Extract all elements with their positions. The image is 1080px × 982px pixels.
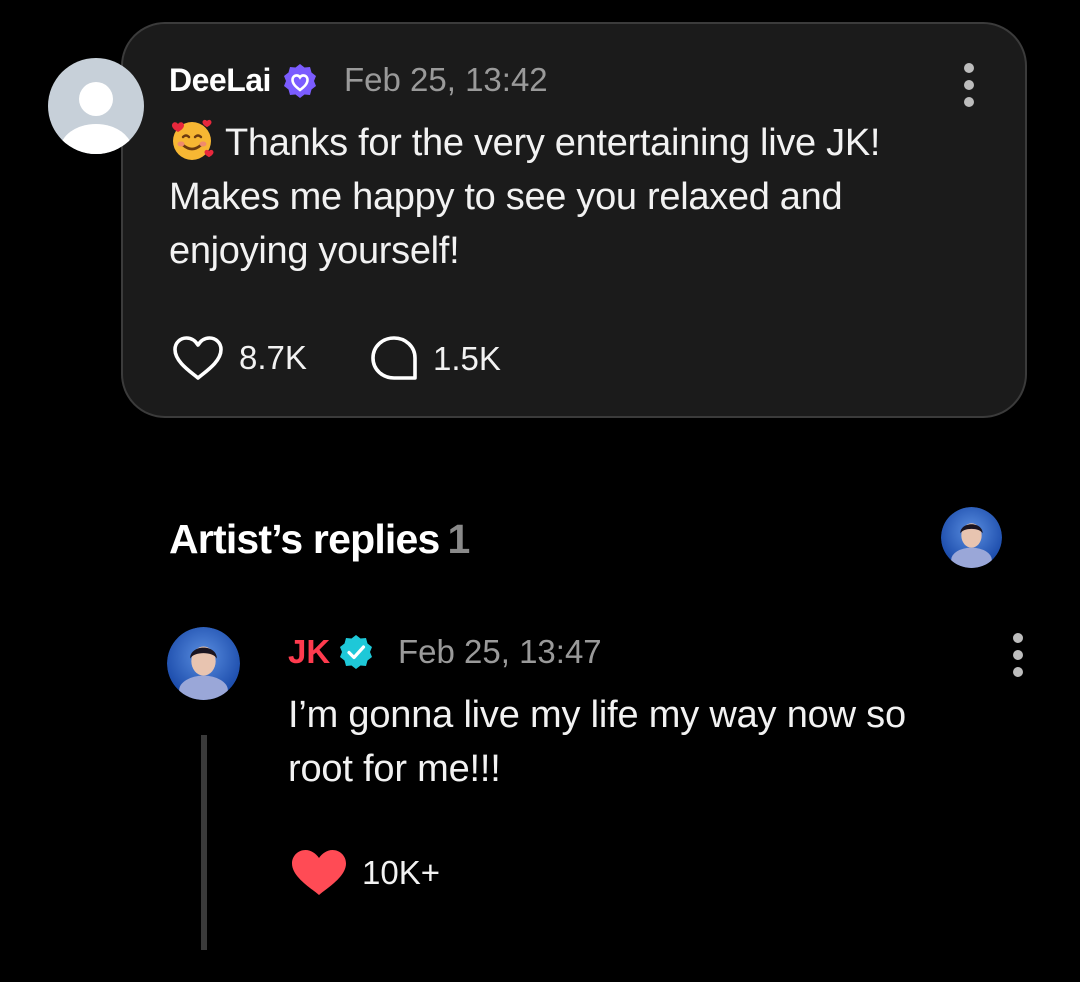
reply-more-options-icon[interactable]: [1013, 633, 1023, 677]
comment-timestamp: Feb 25, 13:42: [344, 61, 548, 98]
verified-badge-icon: [284, 64, 316, 98]
comment-line: Thanks for the very entertaining live JK…: [225, 122, 881, 164]
reply-timestamp: Feb 25, 13:47: [398, 633, 602, 670]
heart-filled-icon: [292, 850, 346, 895]
comment-line: Makes me happy to see you relaxed and: [169, 176, 843, 218]
like-button[interactable]: 8.7K: [171, 334, 307, 382]
smiling-face-with-hearts-icon: [172, 119, 214, 160]
artist-replies-count: 1: [447, 516, 471, 562]
comment-author[interactable]: DeeLai: [169, 58, 271, 102]
reply-author[interactable]: JK: [288, 630, 330, 674]
artist-replies-title: Artist’s replies 1: [169, 513, 470, 565]
comment-thread-screen: DeeLai Feb 25, 13:42 Thanks for the very…: [0, 0, 1080, 982]
reply-line: root for me!!!: [288, 748, 501, 790]
comment-more-options-icon[interactable]: [964, 63, 974, 107]
default-avatar-icon[interactable]: [48, 58, 144, 154]
reply-count: 1.5K: [433, 340, 501, 377]
reply-like-count: 10K+: [362, 854, 440, 891]
reply-text: I’m gonna live my life my way now so roo…: [288, 688, 1008, 796]
comment-line: enjoying yourself!: [169, 230, 460, 272]
heart-outline-icon: [173, 336, 223, 380]
artist-replies-label: Artist’s replies: [169, 516, 440, 562]
thread-line: [201, 735, 207, 950]
verified-badge-icon: [340, 635, 372, 669]
comment-text: Thanks for the very entertaining live JK…: [169, 116, 989, 278]
comment-bubble-icon: [371, 336, 417, 380]
artist-avatar[interactable]: [941, 507, 1002, 568]
like-count: 8.7K: [239, 339, 307, 376]
reply-line: I’m gonna live my life my way now so: [288, 694, 906, 736]
reply-button[interactable]: 1.5K: [369, 334, 501, 384]
reply-author-avatar[interactable]: [167, 627, 240, 700]
reply-like-button[interactable]: 10K+: [290, 848, 440, 898]
